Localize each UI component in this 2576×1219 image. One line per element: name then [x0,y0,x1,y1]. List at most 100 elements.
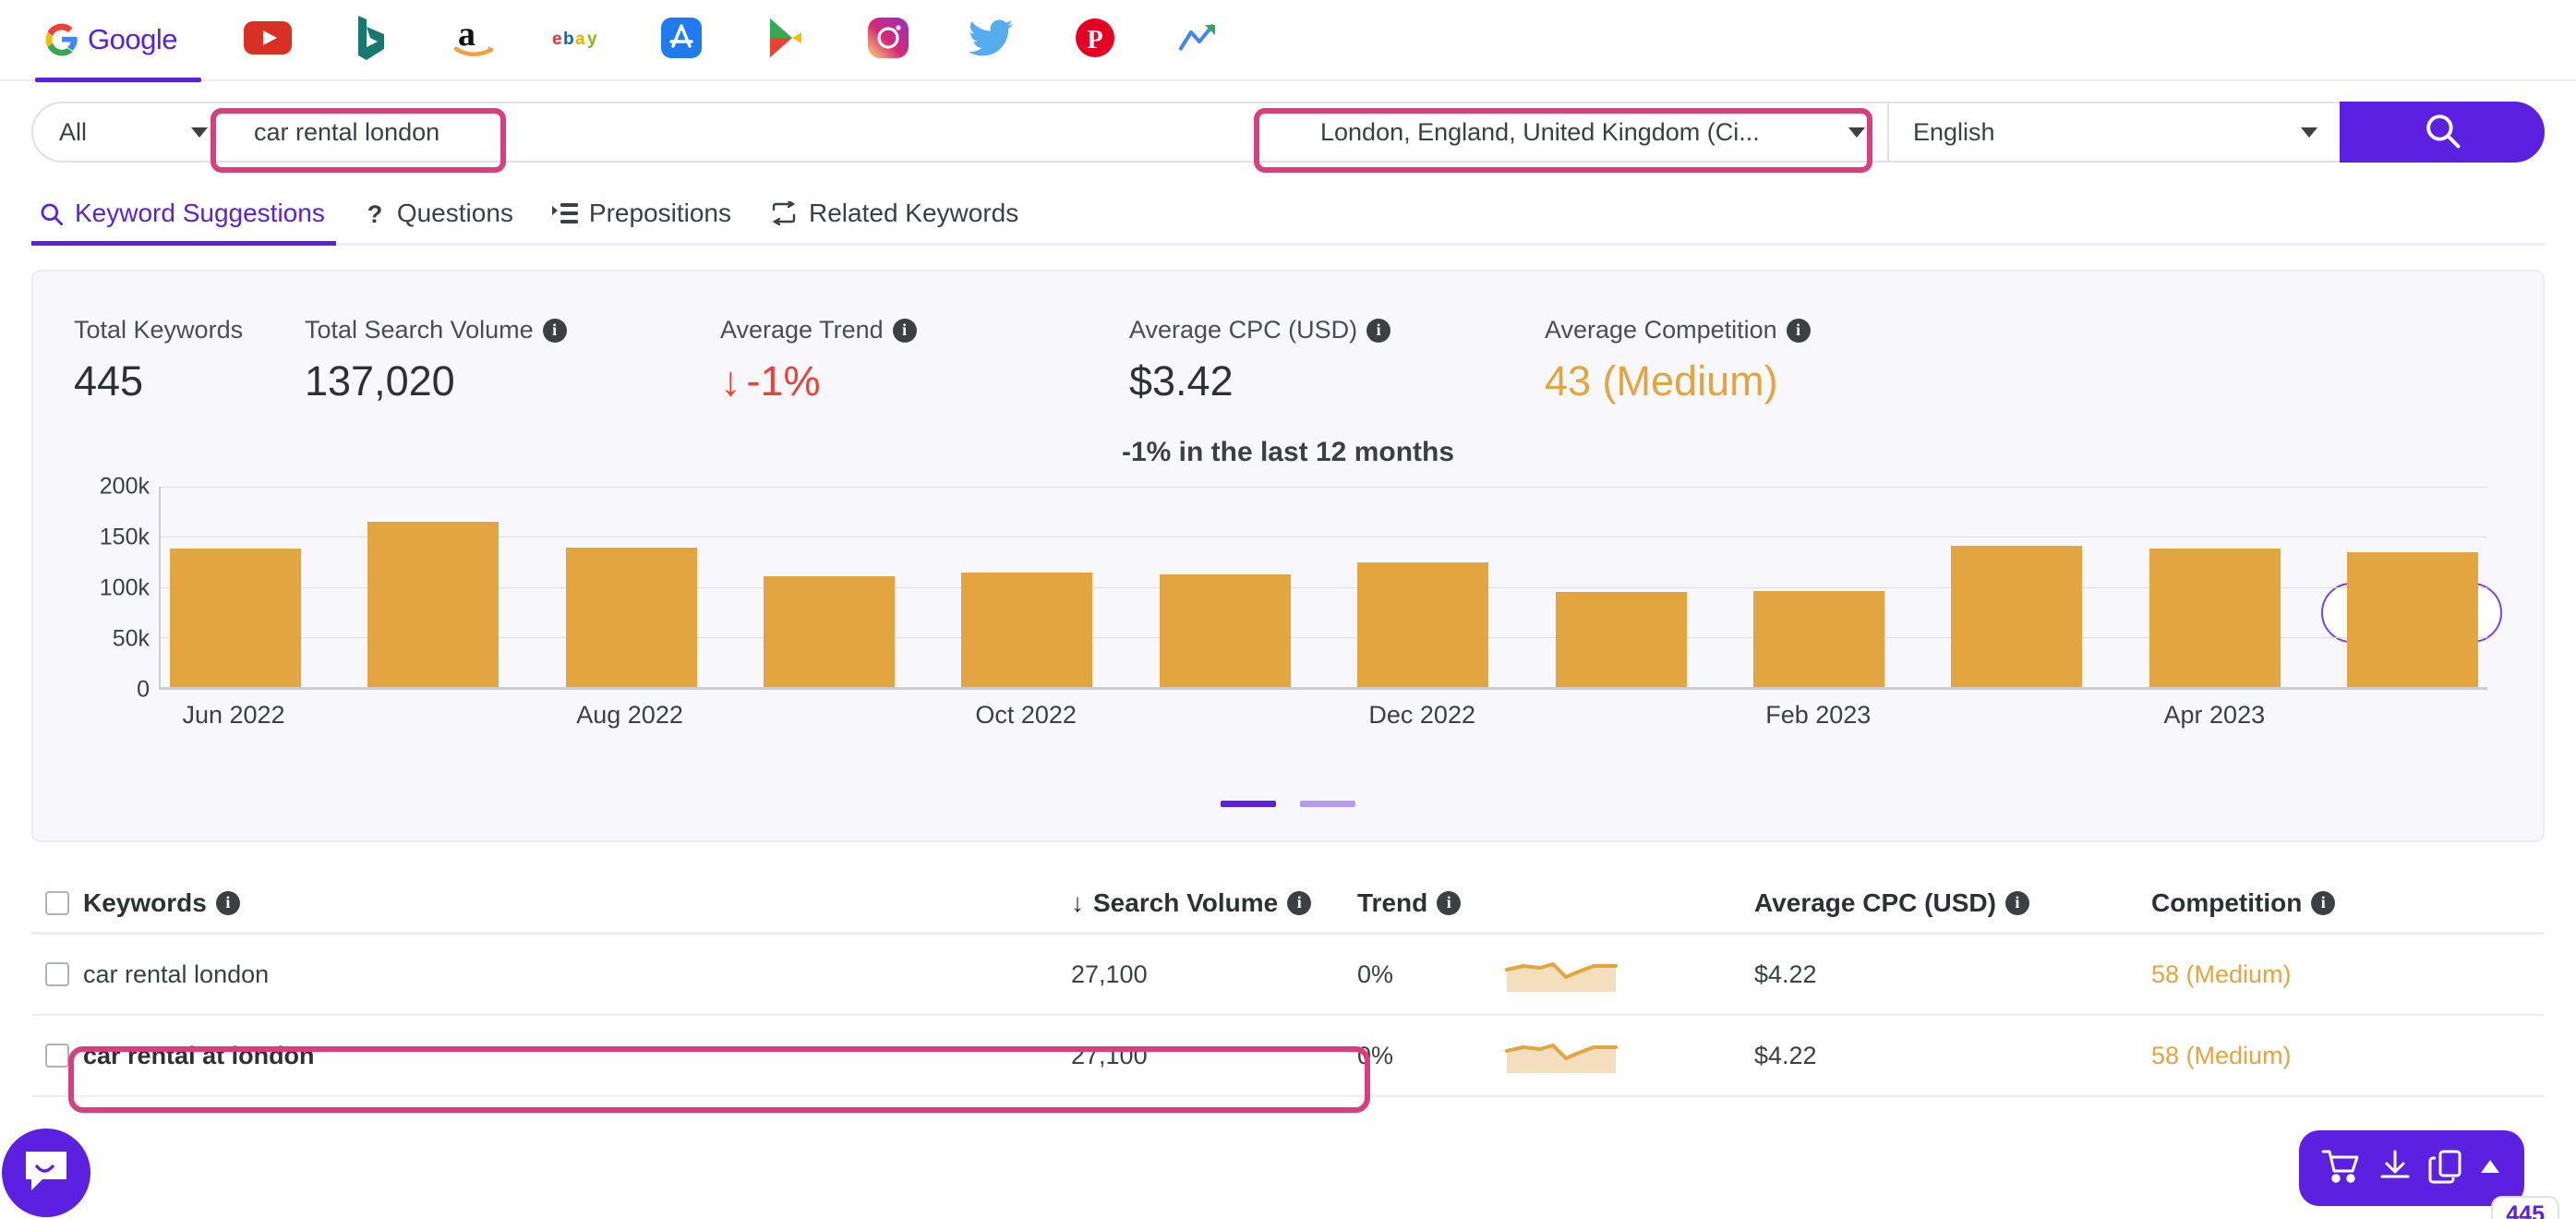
column-header-keywords-label: Keywords [83,887,207,917]
platform-google[interactable]: Google [31,0,216,82]
platform-play-store[interactable] [733,0,837,80]
metric-label: Average CPC (USD) i [1129,316,1545,344]
metrics-row: Total Keywords 445 Total Search Volume i… [33,272,2543,405]
row-checkbox[interactable] [45,962,69,986]
column-header-keywords[interactable]: Keywords i [83,888,1071,918]
chart-bar[interactable] [2149,549,2281,687]
chart-bar[interactable] [1357,562,1489,687]
metric-total-search-volume: Total Search Volume i 137,020 [305,316,720,405]
cell-competition: 58 (Medium) [2151,1041,2292,1069]
search-type-value: All [59,117,88,146]
cell-competition: 58 (Medium) [2151,960,2292,988]
column-header-average-cpc[interactable]: Average CPC (USD) i [1754,888,2151,918]
language-value: English [1913,117,1995,146]
list-icon [551,201,578,225]
search-type-dropdown[interactable]: All [31,102,230,163]
cell-average-cpc: $4.22 [1754,960,1817,988]
platform-amazon[interactable]: a [423,0,526,80]
chart-title: -1% in the last 12 months [1121,437,1455,467]
platform-app-store[interactable] [630,0,733,80]
platform-google-label: Google [88,23,177,55]
table-row[interactable]: car rental at london 27,100 0% $4.22 58 … [31,1016,2545,1097]
summary-card: Total Keywords 445 Total Search Volume i… [31,270,2545,842]
chart-bar[interactable] [1951,546,2083,687]
cell-sparkline [1505,1034,1754,1077]
app-store-icon [659,16,704,65]
pinterest-icon: P [1074,17,1116,64]
platform-google-trends[interactable] [1147,0,1250,80]
column-header-search-volume[interactable]: ↓ Search Volume i [1071,888,1357,918]
svg-text:y: y [587,30,597,49]
metric-average-trend: Average Trend i ↓ -1% [720,316,1129,405]
tab-prepositions-label: Prepositions [588,199,731,227]
chat-widget-button[interactable] [2,1128,90,1217]
chart-bar[interactable] [2346,551,2478,687]
platform-instagram[interactable] [837,0,940,80]
instagram-icon [866,16,910,65]
tab-keyword-suggestions-label: Keyword Suggestions [75,199,325,227]
download-icon[interactable] [2377,1148,2413,1189]
floating-action-bar[interactable] [2299,1130,2524,1206]
column-header-competition[interactable]: Competition i [2151,888,2545,918]
info-icon[interactable]: i [2311,890,2336,915]
location-dropdown[interactable]: London, England, United Kingdom (Ci... [1296,102,1887,163]
chart-bar[interactable] [170,549,301,687]
platform-bing[interactable] [319,0,423,80]
tab-keyword-suggestions[interactable]: Keyword Suggestions [31,199,356,246]
cell-search-volume: 27,100 [1071,1041,1148,1069]
chart-bar[interactable] [1752,590,1884,687]
metric-value: 445 [74,357,144,404]
info-icon[interactable]: i [1287,890,1312,915]
chart-x-tick-label: Feb 2023 [1765,701,1872,729]
search-icon [39,201,64,226]
metric-label: Average Competition i [1545,316,1960,344]
chart-bar[interactable] [367,521,500,687]
cart-icon[interactable] [2321,1148,2362,1189]
platform-pinterest[interactable]: P [1043,0,1147,80]
metric-value: 43 (Medium) [1545,357,1778,404]
language-dropdown[interactable]: English [1887,102,2340,163]
search-input-wrapper[interactable]: car rental london [230,102,1296,163]
chart-bar[interactable] [1555,591,1687,687]
chart-bar[interactable] [565,548,697,687]
info-icon[interactable]: i [1366,318,1391,343]
platform-ebay[interactable]: e b a y [526,0,630,80]
row-checkbox[interactable] [45,1044,69,1068]
info-icon[interactable]: i [1437,890,1462,915]
location-value: London, England, United Kingdom (Ci... [1320,117,1760,146]
chart-bar[interactable] [1159,574,1291,687]
info-icon[interactable]: i [215,890,240,915]
search-input-value: car rental london [254,117,440,146]
chart-bar[interactable] [764,575,896,687]
cell-trend: 0% [1357,1041,1394,1069]
select-all-checkbox[interactable] [45,890,69,915]
sparkline-icon [1505,1044,1618,1073]
column-header-trend[interactable]: Trend i [1357,888,1505,918]
tab-prepositions[interactable]: Prepositions [545,199,763,243]
chart-plot-area [159,487,2487,690]
info-icon[interactable]: i [892,318,917,343]
chevron-down-icon [191,127,208,138]
tab-related-keywords-label: Related Keywords [809,199,1019,227]
chart-y-axis: 200k 150k 100k 50k 0 [74,474,159,703]
table-row[interactable]: car rental london 27,100 0% $4.22 58 (Me… [31,935,2545,1016]
chart-x-tick-label [1951,701,2082,730]
search-icon [2423,111,2462,154]
info-icon[interactable]: i [2004,890,2029,915]
platform-youtube[interactable] [216,0,319,80]
caret-up-icon[interactable] [2478,1156,2502,1181]
metric-value: 137,020 [305,357,455,404]
info-icon[interactable]: i [542,318,567,343]
platform-twitter[interactable] [940,0,1043,80]
chart-x-tick-label [1555,701,1686,730]
repeat-icon [770,201,798,225]
carousel-dot-2[interactable] [1300,801,1355,807]
platform-bar: Google a e b a y P [0,0,2576,82]
info-icon[interactable]: i [1786,318,1811,343]
tab-related-keywords[interactable]: Related Keywords [763,199,1050,243]
copy-icon[interactable] [2428,1148,2463,1189]
chart-bar[interactable] [961,573,1093,687]
carousel-dot-1[interactable] [1221,801,1276,807]
tab-questions[interactable]: ? Questions [356,199,545,243]
search-button[interactable] [2340,102,2545,163]
